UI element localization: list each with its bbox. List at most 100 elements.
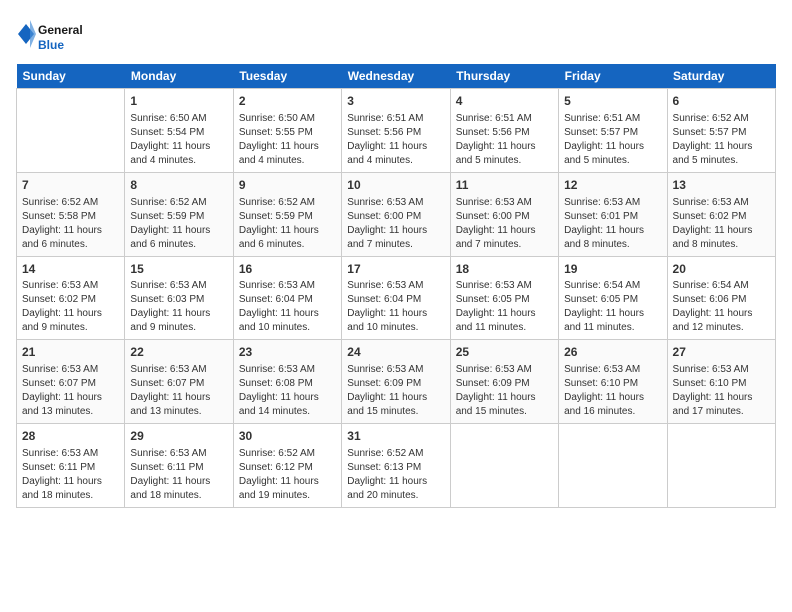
- day-info: Sunrise: 6:53 AMSunset: 6:10 PMDaylight:…: [673, 363, 770, 419]
- day-info: Sunrise: 6:53 AMSunset: 6:08 PMDaylight:…: [239, 363, 336, 419]
- day-cell: 17Sunrise: 6:53 AMSunset: 6:04 PMDayligh…: [342, 256, 450, 340]
- day-info: Sunrise: 6:53 AMSunset: 6:04 PMDaylight:…: [347, 279, 444, 335]
- day-info: Sunrise: 6:50 AMSunset: 5:55 PMDaylight:…: [239, 112, 336, 168]
- svg-text:General: General: [38, 23, 83, 37]
- week-row-3: 14Sunrise: 6:53 AMSunset: 6:02 PMDayligh…: [17, 256, 776, 340]
- logo: General Blue: [16, 16, 96, 56]
- day-cell: 13Sunrise: 6:53 AMSunset: 6:02 PMDayligh…: [667, 172, 775, 256]
- day-cell: 27 Sunrise: 6:53 AMSunset: 6:10 PMDayligh…: [667, 340, 775, 424]
- column-header-monday: Monday: [125, 64, 233, 89]
- day-cell: 20Sunrise: 6:54 AMSunset: 6:06 PMDayligh…: [667, 256, 775, 340]
- day-number: 8: [130, 177, 227, 194]
- column-header-friday: Friday: [559, 64, 667, 89]
- day-number: 12: [564, 177, 661, 194]
- day-info: Sunrise: 6:52 AMSunset: 6:12 PMDaylight:…: [239, 447, 336, 503]
- day-info: Sunrise: 6:53 AMSunset: 6:02 PMDaylight:…: [673, 196, 770, 252]
- header-row: SundayMondayTuesdayWednesdayThursdayFrid…: [17, 64, 776, 89]
- day-cell: 12Sunrise: 6:53 AMSunset: 6:01 PMDayligh…: [559, 172, 667, 256]
- day-number: 5: [564, 93, 661, 110]
- day-cell: 14Sunrise: 6:53 AMSunset: 6:02 PMDayligh…: [17, 256, 125, 340]
- week-row-2: 7 Sunrise: 6:52 AMSunset: 5:58 PMDaylight…: [17, 172, 776, 256]
- day-cell: 30Sunrise: 6:52 AMSunset: 6:12 PMDayligh…: [233, 424, 341, 508]
- day-info: Sunrise: 6:52 AMSunset: 6:13 PMDaylight:…: [347, 447, 444, 503]
- day-cell: 7 Sunrise: 6:52 AMSunset: 5:58 PMDaylight…: [17, 172, 125, 256]
- day-info: Sunrise: 6:52 AMSunset: 5:59 PMDaylight:…: [130, 196, 227, 252]
- day-cell: 24 Sunrise: 6:53 AMSunset: 6:09 PMDayligh…: [342, 340, 450, 424]
- day-number: 24: [347, 344, 444, 361]
- day-cell: 29 Sunrise: 6:53 AMSunset: 6:11 PMDayligh…: [125, 424, 233, 508]
- day-number: 7: [22, 177, 119, 194]
- day-number: 31: [347, 428, 444, 445]
- day-number: 15: [130, 261, 227, 278]
- day-number: 22: [130, 344, 227, 361]
- day-info: Sunrise: 6:53 AMSunset: 6:07 PMDaylight:…: [130, 363, 227, 419]
- day-number: 23: [239, 344, 336, 361]
- day-cell: 8 Sunrise: 6:52 AMSunset: 5:59 PMDaylight…: [125, 172, 233, 256]
- day-cell: 6Sunrise: 6:52 AMSunset: 5:57 PMDaylight…: [667, 89, 775, 173]
- page-header: General Blue: [16, 16, 776, 56]
- week-row-1: 1 Sunrise: 6:50 AMSunset: 5:54 PMDaylight…: [17, 89, 776, 173]
- day-number: 19: [564, 261, 661, 278]
- day-number: 3: [347, 93, 444, 110]
- day-number: 29: [130, 428, 227, 445]
- day-info: Sunrise: 6:53 AMSunset: 6:00 PMDaylight:…: [456, 196, 553, 252]
- day-number: 26: [564, 344, 661, 361]
- day-cell: 5 Sunrise: 6:51 AMSunset: 5:57 PMDaylight…: [559, 89, 667, 173]
- day-info: Sunrise: 6:53 AMSunset: 6:04 PMDaylight:…: [239, 279, 336, 335]
- day-cell: 3 Sunrise: 6:51 AMSunset: 5:56 PMDaylight…: [342, 89, 450, 173]
- day-info: Sunrise: 6:51 AMSunset: 5:56 PMDaylight:…: [347, 112, 444, 168]
- day-info: Sunrise: 6:54 AMSunset: 6:06 PMDaylight:…: [673, 279, 770, 335]
- day-number: 10: [347, 177, 444, 194]
- day-cell: [559, 424, 667, 508]
- day-number: 9: [239, 177, 336, 194]
- svg-text:Blue: Blue: [38, 38, 64, 52]
- day-cell: 4 Sunrise: 6:51 AMSunset: 5:56 PMDaylight…: [450, 89, 558, 173]
- day-number: 18: [456, 261, 553, 278]
- day-number: 4: [456, 93, 553, 110]
- week-row-4: 21 Sunrise: 6:53 AMSunset: 6:07 PMDayligh…: [17, 340, 776, 424]
- day-info: Sunrise: 6:52 AMSunset: 5:59 PMDaylight:…: [239, 196, 336, 252]
- day-info: Sunrise: 6:53 AMSunset: 6:11 PMDaylight:…: [130, 447, 227, 503]
- day-cell: 11 Sunrise: 6:53 AMSunset: 6:00 PMDayligh…: [450, 172, 558, 256]
- column-header-wednesday: Wednesday: [342, 64, 450, 89]
- day-cell: [450, 424, 558, 508]
- calendar-table: SundayMondayTuesdayWednesdayThursdayFrid…: [16, 64, 776, 508]
- column-header-saturday: Saturday: [667, 64, 775, 89]
- day-info: Sunrise: 6:53 AMSunset: 6:09 PMDaylight:…: [456, 363, 553, 419]
- day-info: Sunrise: 6:51 AMSunset: 5:56 PMDaylight:…: [456, 112, 553, 168]
- day-cell: 15Sunrise: 6:53 AMSunset: 6:03 PMDayligh…: [125, 256, 233, 340]
- day-cell: 28 Sunrise: 6:53 AMSunset: 6:11 PMDayligh…: [17, 424, 125, 508]
- day-number: 20: [673, 261, 770, 278]
- day-info: Sunrise: 6:53 AMSunset: 6:09 PMDaylight:…: [347, 363, 444, 419]
- day-info: Sunrise: 6:51 AMSunset: 5:57 PMDaylight:…: [564, 112, 661, 168]
- day-cell: 22 Sunrise: 6:53 AMSunset: 6:07 PMDayligh…: [125, 340, 233, 424]
- day-cell: 21 Sunrise: 6:53 AMSunset: 6:07 PMDayligh…: [17, 340, 125, 424]
- day-cell: 16Sunrise: 6:53 AMSunset: 6:04 PMDayligh…: [233, 256, 341, 340]
- day-number: 28: [22, 428, 119, 445]
- day-info: Sunrise: 6:53 AMSunset: 6:07 PMDaylight:…: [22, 363, 119, 419]
- day-info: Sunrise: 6:50 AMSunset: 5:54 PMDaylight:…: [130, 112, 227, 168]
- column-header-sunday: Sunday: [17, 64, 125, 89]
- day-number: 25: [456, 344, 553, 361]
- day-number: 21: [22, 344, 119, 361]
- day-info: Sunrise: 6:53 AMSunset: 6:11 PMDaylight:…: [22, 447, 119, 503]
- day-number: 6: [673, 93, 770, 110]
- day-cell: [17, 89, 125, 173]
- day-info: Sunrise: 6:53 AMSunset: 6:10 PMDaylight:…: [564, 363, 661, 419]
- day-cell: 1 Sunrise: 6:50 AMSunset: 5:54 PMDaylight…: [125, 89, 233, 173]
- column-header-tuesday: Tuesday: [233, 64, 341, 89]
- day-cell: 25 Sunrise: 6:53 AMSunset: 6:09 PMDayligh…: [450, 340, 558, 424]
- day-number: 17: [347, 261, 444, 278]
- column-header-thursday: Thursday: [450, 64, 558, 89]
- logo-svg: General Blue: [16, 16, 96, 56]
- day-info: Sunrise: 6:52 AMSunset: 5:58 PMDaylight:…: [22, 196, 119, 252]
- day-number: 11: [456, 177, 553, 194]
- day-cell: [667, 424, 775, 508]
- day-cell: 18Sunrise: 6:53 AMSunset: 6:05 PMDayligh…: [450, 256, 558, 340]
- day-cell: 2Sunrise: 6:50 AMSunset: 5:55 PMDaylight…: [233, 89, 341, 173]
- day-number: 1: [130, 93, 227, 110]
- day-info: Sunrise: 6:53 AMSunset: 6:05 PMDaylight:…: [456, 279, 553, 335]
- day-cell: 10Sunrise: 6:53 AMSunset: 6:00 PMDayligh…: [342, 172, 450, 256]
- day-number: 27: [673, 344, 770, 361]
- day-cell: 9 Sunrise: 6:52 AMSunset: 5:59 PMDaylight…: [233, 172, 341, 256]
